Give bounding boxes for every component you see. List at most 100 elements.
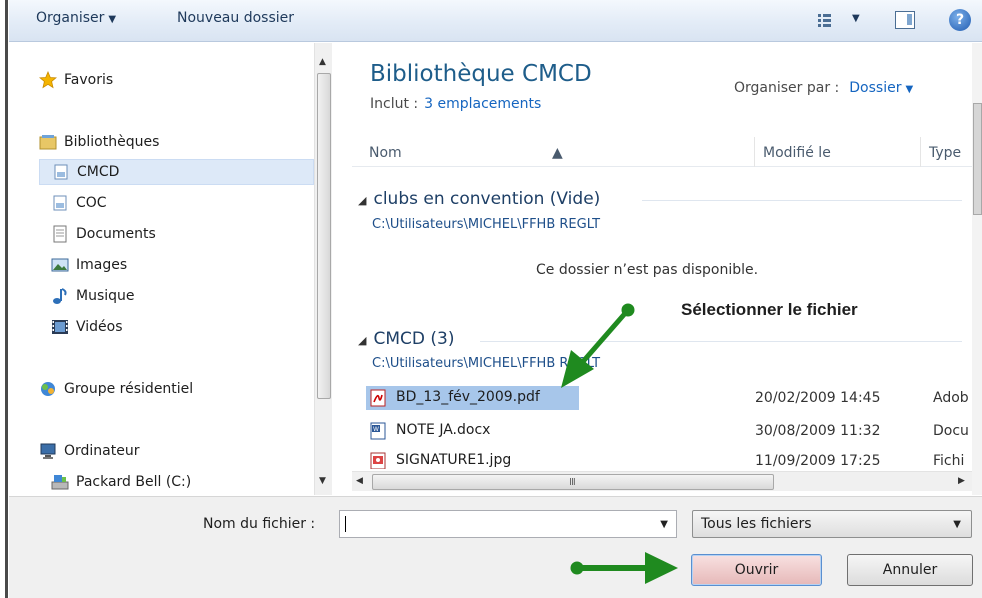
chevron-down-icon: ▼ (953, 519, 961, 530)
sort-ascending-icon: ▲ (552, 145, 563, 161)
cancel-button[interactable]: Annuler (847, 554, 973, 586)
videos-icon (52, 320, 68, 334)
sidebar-item-videos[interactable]: Vidéos (51, 314, 123, 340)
file-name: SIGNATURE1.jpg (396, 452, 512, 468)
documents-icon (53, 225, 67, 243)
sidebar-item-documents[interactable]: Documents (51, 221, 156, 247)
scroll-left-icon[interactable]: ◀ (356, 476, 363, 486)
organise-label: Organiser (36, 10, 105, 26)
new-folder-button[interactable]: Nouveau dossier (177, 10, 294, 26)
sidebar-item-cmcd[interactable]: CMCD (39, 159, 314, 185)
homegroup-icon (41, 382, 55, 396)
group-title: clubs en convention (Vide) (373, 189, 601, 209)
group-divider (480, 341, 962, 342)
file-type: Docu (933, 423, 969, 439)
annotation-text: Sélectionner le fichier (681, 300, 858, 319)
filename-input[interactable]: ▼ (339, 510, 677, 538)
empty-folder-message: Ce dossier n’est pas disponible. (536, 262, 759, 278)
view-options-dropdown-icon[interactable]: ▼ (852, 13, 860, 24)
nav-libraries[interactable]: Bibliothèques (39, 129, 159, 155)
file-type-filter[interactable]: Tous les fichiers ▼ (692, 510, 972, 538)
arrange-label: Organiser par : (734, 80, 840, 96)
file-row[interactable]: SIGNATURE1.jpg 11/09/2009 17:25 Fichi (366, 449, 972, 469)
image-file-icon (370, 452, 386, 469)
column-header-name[interactable]: Nom (369, 145, 402, 161)
filename-label: Nom du fichier : (203, 516, 316, 532)
column-headers: ▲ Nom Modifié le Type (352, 131, 972, 167)
group-header[interactable]: ◢ clubs en convention (Vide) (358, 189, 600, 209)
collapse-triangle-icon[interactable]: ◢ (358, 194, 366, 207)
library-title: Bibliothèque CMCD (370, 61, 592, 87)
file-modified: 30/08/2009 11:32 (755, 423, 881, 439)
group-title: CMCD (3) (373, 329, 455, 349)
preview-pane-icon[interactable] (895, 11, 915, 29)
hscroll-thumb[interactable]: III (372, 474, 774, 490)
file-type-filter-label: Tous les fichiers (701, 516, 812, 532)
images-icon (51, 258, 69, 272)
nav-drive[interactable]: Packard Bell (C:) (51, 469, 191, 495)
file-name: NOTE JA.docx (396, 422, 491, 438)
nav-computer-label: Ordinateur (64, 443, 140, 459)
sidebar-item-label: Musique (76, 288, 135, 304)
text-cursor (345, 516, 346, 532)
chevron-down-icon[interactable]: ▼ (905, 84, 913, 95)
group-divider (642, 200, 962, 201)
file-type: Adob (933, 390, 969, 406)
window-border (0, 0, 9, 598)
arrange-by-dropdown[interactable]: Dossier (849, 80, 901, 96)
file-list-vscroll-thumb[interactable] (973, 103, 982, 215)
nav-favorites-label: Favoris (64, 72, 114, 88)
word-file-icon: W (370, 422, 386, 440)
chevron-down-icon: ▼ (108, 14, 117, 25)
library-doc-icon (53, 195, 67, 211)
star-icon (39, 71, 57, 89)
group-header[interactable]: ◢ CMCD (3) (358, 329, 454, 349)
scroll-right-icon[interactable]: ▶ (958, 476, 965, 486)
column-header-modified[interactable]: Modifié le (754, 137, 831, 167)
sidebar-item-label: COC (76, 195, 107, 211)
nav-computer[interactable]: Ordinateur (39, 438, 140, 464)
nav-libraries-label: Bibliothèques (64, 134, 160, 150)
nav-homegroup-label: Groupe résidentiel (64, 381, 194, 397)
file-list-vscrollbar[interactable] (972, 43, 982, 495)
toolbar: Organiser ▼ Nouveau dossier ▼ ? (9, 0, 982, 42)
view-options-icon[interactable] (817, 12, 847, 30)
file-row[interactable]: W NOTE JA.docx 30/08/2009 11:32 Docu (366, 419, 972, 443)
column-header-type[interactable]: Type (920, 137, 961, 167)
scroll-up-icon[interactable]: ▲ (319, 57, 326, 67)
file-row[interactable]: 20/02/2009 14:45 Adob (366, 386, 972, 410)
navigation-pane: Favoris Bibliothèques CMCD COC Documents… (9, 43, 314, 495)
file-list-pane: Bibliothèque CMCD Inclut : 3 emplacements… (340, 43, 972, 495)
open-button[interactable]: Ouvrir (691, 554, 822, 586)
file-list-hscrollbar[interactable]: ◀ III ▶ (352, 471, 972, 491)
sidebar-item-music[interactable]: Musique (51, 283, 135, 309)
group-path: C:\Utilisateurs\MICHEL\FFHB REGLT (372, 356, 601, 371)
library-doc-icon (54, 164, 68, 180)
drive-icon (51, 475, 69, 490)
library-includes: Inclut : 3 emplacements (370, 96, 541, 112)
music-icon (53, 288, 67, 304)
arrange-by: Organiser par : Dossier ▼ (734, 80, 913, 96)
nav-homegroup[interactable]: Groupe résidentiel (39, 376, 193, 402)
sidebar-item-label: CMCD (77, 164, 120, 180)
organise-menu-button[interactable]: Organiser ▼ (36, 10, 116, 26)
file-type: Fichi (933, 453, 965, 469)
file-modified: 11/09/2009 17:25 (755, 453, 881, 469)
sidebar-item-label: Documents (76, 226, 156, 242)
sidebar-item-images[interactable]: Images (51, 252, 127, 278)
group-path: C:\Utilisateurs\MICHEL\FFHB REGLT (372, 217, 601, 232)
help-icon[interactable]: ? (949, 9, 971, 31)
locations-link[interactable]: 3 emplacements (424, 96, 541, 112)
nav-favorites[interactable]: Favoris (39, 67, 113, 93)
nav-scroll-thumb[interactable] (317, 73, 331, 399)
grip-icon: III (569, 477, 576, 488)
sidebar-item-coc[interactable]: COC (51, 190, 107, 216)
dialog-footer: Nom du fichier : ▼ Tous les fichiers ▼ O… (9, 496, 982, 598)
file-modified: 20/02/2009 14:45 (755, 390, 881, 406)
nav-scrollbar[interactable]: ▲ ▼ (314, 43, 332, 495)
collapse-triangle-icon[interactable]: ◢ (358, 334, 366, 347)
chevron-down-icon[interactable]: ▼ (660, 519, 668, 530)
includes-label: Inclut : (370, 96, 419, 112)
sidebar-item-label: Images (76, 257, 128, 273)
scroll-down-icon[interactable]: ▼ (319, 476, 326, 486)
